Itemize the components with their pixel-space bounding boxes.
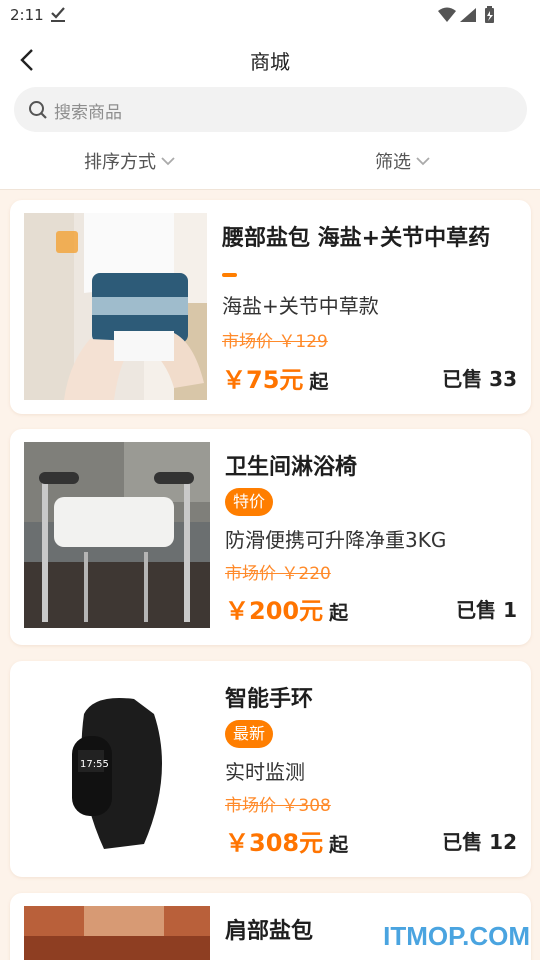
tag-indicator — [222, 273, 237, 277]
status-time: 2:11 — [10, 6, 44, 24]
sold-count: 已售 33 — [442, 367, 517, 391]
product-image — [24, 906, 210, 960]
band-time-text: 17:55 — [80, 759, 109, 770]
product-image: 17:55 — [24, 674, 210, 860]
sold-count: 已售 12 — [442, 830, 517, 854]
product-name: 卫生间淋浴椅 — [225, 455, 358, 480]
filter-label: 筛选 — [375, 152, 411, 173]
page-title: 商城 — [250, 50, 290, 74]
wifi-icon — [438, 7, 456, 22]
product-card[interactable]: 卫生间淋浴椅 特价 防滑便携可升降净重3KG 市场价 ￥220 ￥200元起 已… — [10, 429, 531, 645]
filter-dropdown[interactable]: 筛选 — [375, 146, 431, 176]
chevron-down-icon — [161, 157, 175, 166]
header-area: 2:11 商城 搜索商品 排序方式 筛选 — [0, 0, 540, 190]
market-price: 市场价 ￥308 — [225, 796, 331, 816]
signal-icon — [460, 8, 476, 22]
product-card[interactable]: 17:55 智能手环 最新 实时监测 市场价 ￥308 ￥308元起 已售 12 — [10, 661, 531, 877]
nav-bar: 商城 — [0, 36, 540, 84]
price-unit: 起 — [329, 602, 349, 624]
status-bar: 2:11 — [0, 0, 540, 30]
product-desc: 海盐+关节中草款 — [222, 294, 379, 318]
product-name: 智能手环 — [225, 687, 314, 712]
status-icons — [438, 6, 494, 23]
price-value: ￥75元 — [222, 366, 304, 394]
tag-badge: 最新 — [225, 720, 274, 748]
chevron-down-icon — [416, 157, 430, 166]
price-value: ￥308元 — [225, 829, 324, 857]
download-done-icon — [51, 7, 65, 22]
search-placeholder: 搜索商品 — [54, 103, 122, 123]
market-price: 市场价 ￥220 — [225, 564, 331, 584]
sold-count: 已售 1 — [456, 598, 517, 622]
product-price: ￥200元起 — [225, 591, 348, 626]
market-price: 市场价 ￥129 — [222, 332, 328, 352]
product-price: ￥308元起 — [225, 823, 348, 858]
product-price: ￥75元起 — [222, 360, 328, 395]
product-image — [24, 442, 210, 628]
sort-label: 排序方式 — [84, 152, 156, 173]
tag-badge: 特价 — [225, 488, 274, 516]
product-desc: 防滑便携可升降净重3KG — [225, 528, 447, 552]
sort-dropdown[interactable]: 排序方式 — [84, 146, 176, 176]
product-card[interactable]: 腰部盐包 海盐+关节中草药 海盐+关节中草款 市场价 ￥129 ￥75元起 已售… — [10, 200, 531, 414]
price-unit: 起 — [329, 834, 349, 856]
search-icon — [29, 101, 47, 119]
search-input[interactable]: 搜索商品 — [14, 87, 527, 132]
watermark: ITMOP.COM — [383, 921, 530, 951]
product-image — [24, 213, 207, 400]
price-unit: 起 — [309, 371, 329, 393]
product-name: 腰部盐包 海盐+关节中草药 — [222, 226, 491, 251]
product-desc: 实时监测 — [225, 760, 305, 784]
price-value: ￥200元 — [225, 597, 324, 625]
